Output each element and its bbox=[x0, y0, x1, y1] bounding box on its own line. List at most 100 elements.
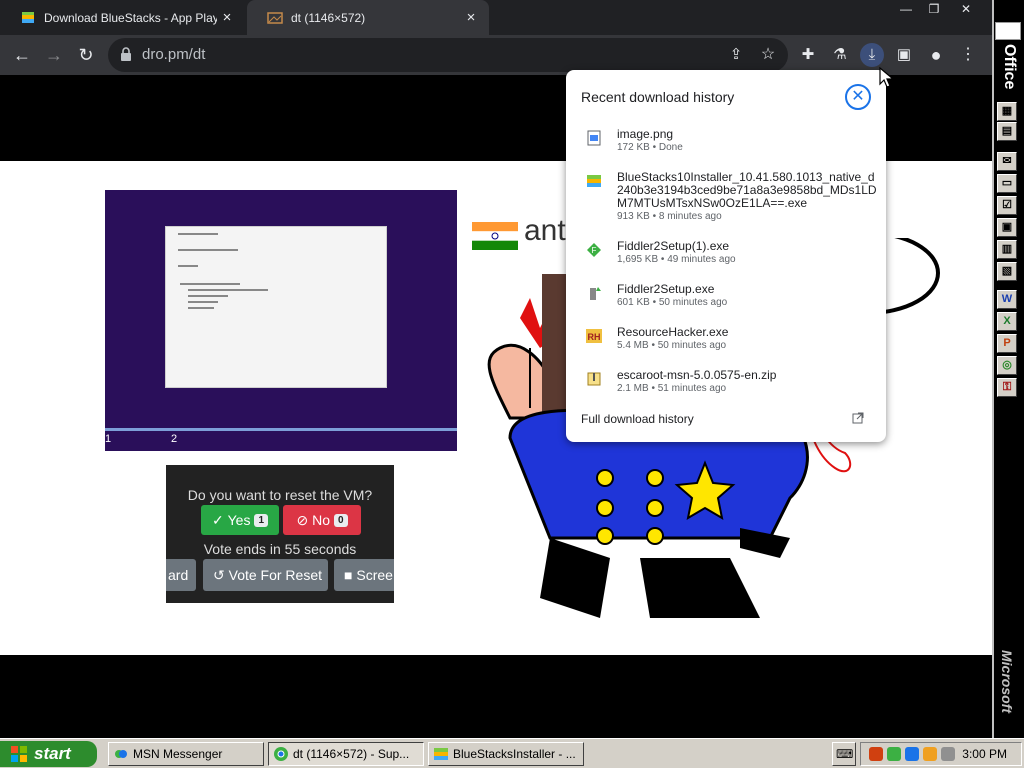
tab-strip: Download BlueStacks - App Player o × dt … bbox=[0, 0, 992, 35]
setup-dialog bbox=[165, 226, 387, 388]
yes-count: 1 bbox=[254, 513, 269, 527]
tray-volume-icon[interactable] bbox=[941, 747, 955, 761]
labs-flask-icon[interactable]: ⚗ bbox=[828, 43, 852, 67]
download-name: image.png bbox=[617, 127, 674, 141]
taskbar-label: BlueStacksInstaller - ... bbox=[453, 747, 576, 761]
taskbar-msn-messenger[interactable]: MSN Messenger bbox=[108, 742, 264, 766]
lock-icon bbox=[121, 47, 131, 61]
start-label: start bbox=[34, 744, 71, 763]
restore-button[interactable]: ❐ bbox=[920, 0, 948, 18]
powerpoint-icon[interactable]: P bbox=[997, 334, 1017, 353]
note-icon[interactable]: ▭ bbox=[997, 174, 1017, 193]
progress-bar bbox=[105, 428, 457, 431]
taskbar-label: dt (1146×572) - Sup... bbox=[293, 747, 410, 761]
close-tab-icon[interactable]: × bbox=[217, 9, 237, 26]
excel-icon[interactable]: X bbox=[997, 312, 1017, 331]
vote-yes-button[interactable]: ✓ Yes 1 bbox=[201, 505, 279, 535]
close-downloads-button[interactable]: ✕ bbox=[845, 84, 871, 110]
tray-network-icon[interactable] bbox=[905, 747, 919, 761]
access-icon[interactable]: ⚿ bbox=[997, 378, 1017, 397]
extensions-icon[interactable]: ✚ bbox=[796, 43, 820, 67]
contacts-icon[interactable]: ▤ bbox=[997, 122, 1017, 141]
keyboard-language-icon[interactable]: ⌨ bbox=[832, 742, 856, 766]
svg-text:F: F bbox=[592, 246, 597, 255]
vote-timer: Vote ends in 55 seconds bbox=[203, 541, 357, 557]
ban-icon: ⊘ bbox=[296, 511, 313, 528]
desktop: Download BlueStacks - App Player o × dt … bbox=[0, 0, 1024, 768]
svg-text:RH: RH bbox=[588, 332, 601, 342]
step-number: 1 bbox=[105, 433, 112, 445]
mouse-cursor-icon bbox=[879, 66, 895, 88]
tray-search-icon[interactable] bbox=[923, 747, 937, 761]
microsoft-label: Microsoft bbox=[999, 650, 1015, 713]
vote-question: Do you want to reset the VM? bbox=[187, 487, 373, 503]
calendar-icon[interactable]: ▦ bbox=[997, 102, 1017, 121]
back-icon[interactable]: ← bbox=[10, 43, 34, 67]
journal-icon[interactable]: ▥ bbox=[997, 240, 1017, 259]
tab-dt[interactable]: dt (1146×572) × bbox=[247, 0, 489, 35]
close-tab-icon[interactable]: × bbox=[461, 9, 481, 26]
menu-kebab-icon[interactable]: ⋮ bbox=[956, 43, 980, 67]
bookmark-star-icon[interactable]: ☆ bbox=[756, 43, 780, 67]
mail-icon[interactable]: ✉ bbox=[997, 152, 1017, 171]
tray-app-icon[interactable] bbox=[869, 747, 883, 761]
side-panel-icon[interactable]: ▣ bbox=[892, 43, 916, 67]
word-icon[interactable]: W bbox=[997, 290, 1017, 309]
tab-label: dt (1146×572) bbox=[291, 10, 366, 25]
forward-icon[interactable]: → bbox=[42, 43, 66, 67]
reload-icon[interactable]: ↻ bbox=[74, 43, 98, 67]
bluestacks-icon bbox=[434, 748, 448, 760]
download-item[interactable]: Fiddler2Setup.exe 601 KB • 50 minutes ag… bbox=[566, 283, 886, 317]
address-bar[interactable]: dro.pm/dt ⇪ ☆ bbox=[108, 38, 788, 72]
download-item[interactable]: escaroot-msn-5.0.0575-en.zip 2.1 MB • 51… bbox=[566, 369, 886, 403]
vote-no-button[interactable]: ⊘ No 0 bbox=[283, 505, 361, 535]
start-button[interactable]: start bbox=[0, 741, 97, 767]
download-name: BlueStacks10Installer_10.41.580.1013_nat… bbox=[617, 170, 877, 210]
tab-bluestacks[interactable]: Download BlueStacks - App Player o × bbox=[0, 0, 245, 35]
minimize-button[interactable]: — bbox=[892, 0, 920, 18]
download-item[interactable]: image.png 172 KB • Done bbox=[566, 128, 886, 162]
btn-label: ard bbox=[168, 567, 189, 583]
btn-label: Vote For Reset bbox=[228, 567, 323, 583]
no-count: 0 bbox=[333, 513, 348, 527]
undo-icon: ↺ bbox=[213, 566, 229, 583]
close-window-button[interactable]: ✕ bbox=[952, 0, 980, 18]
download-item[interactable]: RH ResourceHacker.exe 5.4 MB • 50 minute… bbox=[566, 326, 886, 360]
open-external-icon[interactable] bbox=[852, 412, 864, 424]
download-meta: 601 KB • 50 minutes ago bbox=[617, 297, 728, 308]
full-download-history-link[interactable]: Full download history bbox=[581, 412, 694, 426]
zip-icon bbox=[587, 372, 601, 386]
url-text: dro.pm/dt bbox=[142, 46, 206, 63]
download-meta: 1,695 KB • 49 minutes ago bbox=[617, 254, 736, 265]
btn-label: Scree bbox=[356, 567, 393, 583]
clock[interactable]: 3:00 PM bbox=[962, 747, 1007, 761]
download-item[interactable]: BlueStacks10Installer_10.41.580.1013_nat… bbox=[566, 171, 886, 229]
download-name: Fiddler2Setup.exe bbox=[617, 282, 715, 296]
resource-hacker-icon: RH bbox=[586, 329, 602, 343]
taskbar-bluestacks-installer[interactable]: BlueStacksInstaller - ... bbox=[428, 742, 584, 766]
downloads-icon[interactable]: ⤓ bbox=[860, 43, 884, 67]
tray-messenger-icon[interactable] bbox=[887, 747, 901, 761]
download-item[interactable]: F Fiddler2Setup(1).exe 1,695 KB • 49 min… bbox=[566, 240, 886, 274]
bluestacks-icon bbox=[22, 11, 34, 23]
office-label: Office bbox=[1001, 44, 1018, 90]
vote-for-reset-button[interactable]: ↺ Vote For Reset bbox=[203, 559, 328, 591]
no-label: No bbox=[312, 512, 330, 528]
image-tab-icon bbox=[267, 11, 283, 24]
close-icon: ✕ bbox=[851, 88, 865, 105]
step-number: 2 bbox=[171, 433, 178, 445]
folder-icon[interactable]: ▧ bbox=[997, 262, 1017, 281]
taskbar-chrome-dt[interactable]: dt (1146×572) - Sup... bbox=[268, 742, 424, 766]
image-file-icon bbox=[587, 130, 601, 146]
download-name: ResourceHacker.exe bbox=[617, 325, 729, 339]
share-icon[interactable]: ⇪ bbox=[724, 43, 748, 67]
task-icon[interactable]: ☑ bbox=[997, 196, 1017, 215]
card-icon[interactable]: ▣ bbox=[997, 218, 1017, 237]
download-name: Fiddler2Setup(1).exe bbox=[617, 239, 730, 253]
profile-avatar-icon[interactable]: ● bbox=[924, 43, 948, 67]
keyboard-button[interactable]: ard bbox=[166, 559, 196, 591]
tab-label: Download BlueStacks - App Player o bbox=[44, 10, 217, 25]
office-folder-icon[interactable] bbox=[995, 22, 1021, 40]
screenshot-button[interactable]: ■ Scree bbox=[334, 559, 394, 591]
schedule-icon[interactable]: ◎ bbox=[997, 356, 1017, 375]
